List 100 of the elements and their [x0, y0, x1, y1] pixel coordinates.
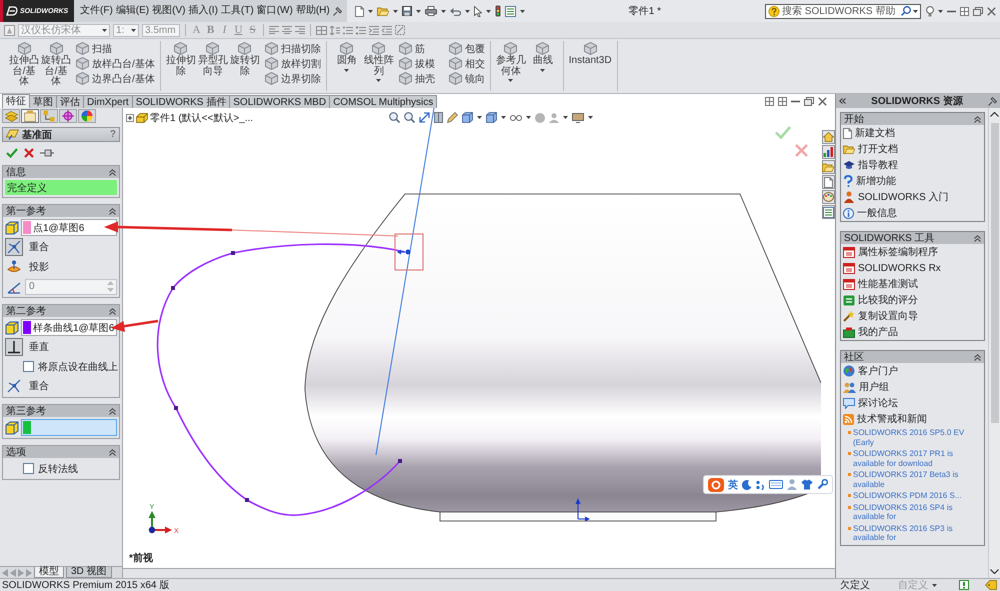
resource-link[interactable]: 我的产品	[841, 324, 984, 340]
toggle-button[interactable]	[5, 377, 23, 395]
section-header[interactable]: SOLIDWORKS 工具	[841, 232, 984, 244]
news-link[interactable]: SOLIDWORKS 2016 SP5.0 EV (Early	[853, 428, 984, 447]
task-pane-tab[interactable]	[822, 145, 834, 159]
task-pane-tab[interactable]	[822, 190, 834, 204]
resource-link[interactable]: 技术警戒和新闻	[841, 411, 984, 427]
resource-link[interactable]: SOLIDWORKS Rx	[841, 260, 984, 276]
toggle-button[interactable]	[5, 338, 23, 356]
moon-icon[interactable]	[742, 480, 752, 490]
double-arrow-icon[interactable]	[839, 98, 846, 104]
resource-link[interactable]: 一般信息	[841, 205, 984, 221]
help-square-icon[interactable]	[959, 580, 969, 590]
save-icon[interactable]	[402, 6, 412, 16]
glasses-icon[interactable]	[510, 114, 522, 120]
resource-link[interactable]: 属性标签编制程序	[841, 244, 984, 260]
section-header[interactable]: 第二参考	[3, 305, 119, 317]
toggle-button[interactable]	[5, 238, 23, 256]
ribbon-button[interactable]: 放样凸台/基体	[76, 56, 155, 71]
tab[interactable]: SOLIDWORKS 插件	[132, 95, 230, 108]
caret-icon[interactable]	[526, 116, 531, 119]
caret-icon[interactable]	[913, 10, 918, 12]
ribbon-button[interactable]: 参考几何体	[496, 41, 526, 91]
minimize-icon[interactable]	[947, 10, 956, 12]
tab[interactable]: 模型	[34, 567, 64, 578]
close-icon[interactable]	[818, 96, 827, 106]
news-link[interactable]: SOLIDWORKS 2017 Beta3 is available	[853, 470, 984, 489]
caret-icon[interactable]	[368, 10, 373, 12]
cube-icon[interactable]	[462, 112, 473, 123]
ribbon-button[interactable]: 边界切除	[264, 71, 321, 86]
tab[interactable]: 3D 视图	[66, 567, 112, 578]
ribbon-button[interactable]: 相交	[448, 56, 485, 71]
tab[interactable]: COMSOL Multiphysics	[329, 95, 438, 108]
wrench-icon[interactable]	[817, 479, 828, 490]
ribbon-button[interactable]: 旋转凸台/基体	[41, 41, 71, 91]
cube-icon[interactable]	[5, 320, 19, 334]
punctuation-icon[interactable]	[756, 480, 765, 490]
ribbon-button[interactable]: 扫描切除	[264, 41, 321, 56]
menu-item[interactable]: 视图(V)	[152, 5, 186, 17]
tab[interactable]: 评估	[56, 95, 84, 108]
tile-icon[interactable]	[778, 96, 787, 106]
tab[interactable]: DimXpert	[83, 95, 133, 108]
selection-field[interactable]: 点1@草图6	[21, 219, 117, 236]
caret-icon[interactable]	[416, 10, 421, 12]
menu-item[interactable]: 窗口(W)	[256, 5, 293, 17]
ribbon-button[interactable]: 扫描	[76, 41, 155, 56]
resource-link[interactable]: 探讨论坛	[841, 395, 984, 411]
scroll-up-icon[interactable]	[990, 112, 999, 117]
resource-link[interactable]: 复制设置向导	[841, 308, 984, 324]
caret-icon[interactable]	[520, 10, 525, 12]
cursor-icon[interactable]	[474, 6, 482, 16]
resource-link[interactable]: 用户组	[841, 379, 984, 395]
section-view-icon[interactable]	[434, 112, 443, 123]
ime-logo-icon[interactable]	[708, 478, 724, 492]
magnifier-icon[interactable]	[404, 112, 415, 123]
checkbox[interactable]	[23, 361, 34, 372]
minimize-icon[interactable]	[791, 100, 800, 102]
menu-item[interactable]: 帮助(H)	[296, 5, 330, 17]
keyboard-icon[interactable]	[769, 480, 783, 489]
restore-icon[interactable]	[973, 6, 983, 16]
tab[interactable]: 草图	[29, 95, 57, 108]
news-link[interactable]: SOLIDWORKS PDM 2016 S...	[853, 491, 962, 500]
news-link[interactable]: SOLIDWORKS 2016 SP4 is available for	[853, 502, 984, 522]
resource-link[interactable]: 指导教程	[841, 157, 984, 173]
cube-icon[interactable]	[486, 112, 497, 123]
ribbon-button[interactable]: 圆角	[332, 41, 362, 91]
news-link[interactable]: SOLIDWORKS 2017 PR1 is available for download	[853, 449, 984, 468]
section-header[interactable]: 开始	[841, 113, 984, 125]
check-icon[interactable]	[6, 148, 18, 158]
ribbon-button[interactable]: 边界凸台/基体	[76, 71, 155, 86]
task-pane-tab[interactable]	[822, 160, 834, 174]
printer-icon[interactable]	[424, 6, 437, 16]
cancel-icon[interactable]	[24, 148, 34, 158]
traffic-light-icon[interactable]	[494, 5, 501, 17]
check-icon[interactable]	[775, 126, 791, 139]
pencil-icon[interactable]	[447, 112, 458, 123]
resource-link[interactable]: 新建文档	[841, 125, 984, 141]
panel-tab[interactable]	[2, 109, 20, 123]
cube-icon[interactable]	[5, 220, 19, 234]
panel-tab[interactable]	[21, 109, 39, 123]
ribbon-button[interactable]: 异型孔向导	[198, 41, 228, 91]
caret-icon[interactable]	[501, 116, 506, 119]
cube-icon[interactable]	[5, 420, 19, 434]
ribbon-button[interactable]: Instant3D	[568, 41, 612, 91]
ribbon-button[interactable]: 筋	[398, 41, 435, 56]
resource-link[interactable]: 新增功能	[841, 173, 984, 189]
expand-icon[interactable]	[126, 114, 134, 122]
task-pane-tab[interactable]	[822, 130, 834, 144]
caret-icon[interactable]	[392, 10, 398, 12]
lightbulb-icon[interactable]	[926, 6, 934, 16]
resource-link[interactable]: 比较我的评分	[841, 292, 984, 308]
pin-icon[interactable]	[988, 96, 997, 106]
monitor-icon[interactable]	[572, 112, 584, 122]
search-field[interactable]: 搜索 SOLIDWORKS 帮助	[765, 4, 921, 18]
ribbon-button[interactable]: 包覆	[448, 41, 485, 56]
search-icon[interactable]	[901, 6, 911, 16]
scroll-down-icon[interactable]	[990, 569, 999, 574]
selection-field[interactable]	[21, 419, 117, 436]
task-pane-tab[interactable]	[822, 205, 834, 219]
ribbon-button[interactable]: 拔模	[398, 56, 435, 71]
